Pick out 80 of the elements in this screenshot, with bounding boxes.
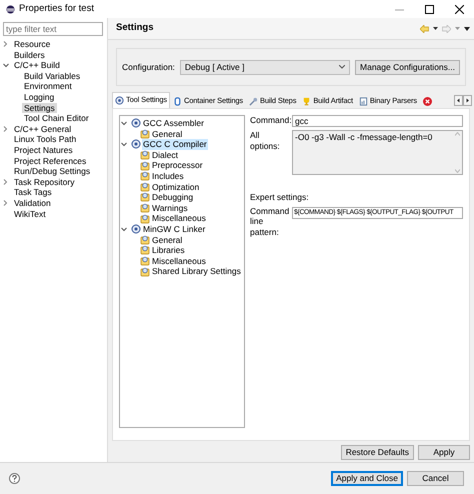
sidebar-item[interactable]: Task Tags (12, 187, 54, 198)
page-icon (140, 234, 150, 245)
sidebar-item[interactable]: Environment (22, 81, 74, 92)
help-icon[interactable] (9, 473, 20, 484)
page-icon (140, 171, 150, 182)
tree-item[interactable]: GCC Assembler (142, 118, 205, 129)
cancel-button[interactable]: Cancel (407, 471, 464, 486)
page-icon (140, 214, 150, 224)
sidebar-item[interactable]: WikiText (12, 208, 48, 220)
page-icon (140, 182, 150, 192)
sidebar-item[interactable]: Run/Debug Settings (12, 166, 92, 177)
tree-item[interactable]: Libraries (151, 245, 186, 256)
document-icon (358, 97, 368, 106)
menu-icon[interactable] (464, 26, 470, 30)
options-field: -O0 -g3 -Wall -c -fmessage-length=0 (292, 130, 463, 175)
chevron-down-icon[interactable] (121, 142, 127, 147)
tree-item[interactable]: General (151, 234, 184, 246)
page-icon (140, 245, 150, 256)
sidebar-item[interactable]: Task Repository (12, 176, 76, 188)
chevron-right-icon[interactable] (3, 126, 8, 132)
tree-item[interactable]: General (151, 128, 184, 140)
field-label: Command line pattern: (250, 206, 290, 238)
tree-item[interactable]: Includes (151, 170, 185, 182)
window-title: Properties for test (19, 4, 94, 14)
chevron-down-icon (339, 65, 346, 69)
tree-item[interactable]: MinGW C Linker (142, 224, 206, 235)
sidebar-item[interactable]: Project Natures (12, 144, 75, 156)
sidebar-item[interactable]: Resource (12, 39, 52, 50)
sidebar-item[interactable]: Logging (22, 92, 56, 103)
apply-button[interactable]: Apply (418, 445, 470, 460)
page-icon (140, 256, 150, 266)
sidebar-item[interactable]: Project References (12, 156, 88, 166)
apply-and-close-button[interactable]: Apply and Close (331, 471, 403, 486)
section-label: Expert settings: (250, 192, 309, 202)
tree-item[interactable]: Dialect (151, 150, 179, 160)
configuration-dropdown[interactable]: Debug [ Active ] (180, 60, 350, 74)
tree-item[interactable]: Preprocessor (151, 160, 204, 171)
trophy-icon (302, 97, 312, 106)
tree-item[interactable]: Optimization (151, 182, 200, 192)
chevron-right-icon[interactable] (3, 41, 8, 48)
tree-item[interactable]: Shared Library Settings (151, 266, 242, 277)
tree-item[interactable]: Miscellaneous (151, 256, 207, 266)
page-icon (140, 128, 150, 139)
sidebar-item[interactable]: C/C++ General (12, 124, 74, 134)
chevron-down-icon[interactable] (121, 226, 127, 232)
page-icon (140, 266, 150, 277)
chevron-down-icon[interactable] (3, 62, 9, 68)
restore-defaults-button[interactable]: Restore Defaults (340, 445, 414, 460)
scroll-left-icon[interactable] (454, 95, 463, 106)
field-label: Command: (250, 115, 290, 126)
wrench-icon (249, 97, 258, 106)
sidebar-item[interactable]: C/C++ Build (12, 60, 62, 71)
sidebar-item[interactable]: Validation (12, 198, 53, 208)
command-field[interactable]: gcc (292, 115, 463, 127)
page-icon (140, 192, 150, 202)
tree-item[interactable]: Debugging (151, 192, 194, 203)
chevron-right-icon[interactable] (3, 200, 8, 206)
page-icon (140, 203, 150, 214)
page-icon (140, 150, 150, 160)
filter-field[interactable]: type filter text (3, 22, 103, 36)
sidebar-item[interactable]: Linux Tools Path (12, 134, 78, 145)
app-icon (6, 4, 15, 14)
chevron-down-icon[interactable] (121, 120, 127, 126)
chevron-right-icon[interactable] (3, 179, 8, 186)
page-title: Settings (116, 23, 154, 34)
tree-item[interactable]: Miscellaneous (151, 213, 207, 224)
tree-item[interactable]: Warnings (151, 202, 189, 214)
field-label: All options: (250, 130, 281, 152)
sidebar-item[interactable]: Builders (12, 50, 47, 60)
tree-item[interactable]: GCC C Compiler (142, 139, 208, 150)
sidebar-item[interactable]: Build Variables (22, 70, 82, 82)
error-icon[interactable] (423, 97, 432, 106)
sidebar-item[interactable]: Tool Chain Editor (22, 113, 91, 124)
manage-configurations-button[interactable]: Manage Configurations... (355, 60, 460, 74)
page-icon (140, 160, 150, 171)
cylinder-icon (173, 97, 182, 106)
sidebar-item[interactable]: Settings (22, 102, 57, 114)
scroll-right-icon[interactable] (463, 95, 472, 106)
configuration-label: Configuration: (122, 62, 175, 72)
dropdown-icon[interactable] (433, 26, 438, 30)
